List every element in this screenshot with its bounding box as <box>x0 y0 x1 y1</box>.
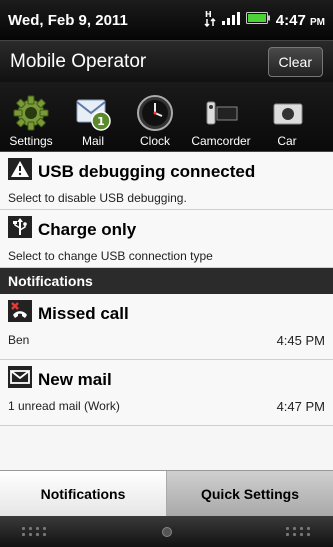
notification-subtitle: Select to change USB connection type <box>8 249 213 263</box>
status-date: Wed, Feb 9, 2011 <box>8 11 128 29</box>
ongoing-charge-only[interactable]: Charge only Select to change USB connect… <box>0 210 333 268</box>
notification-panel: USB debugging connected Select to disabl… <box>0 152 333 470</box>
camera-icon <box>268 94 306 132</box>
app-label: Clock <box>139 134 170 148</box>
notification-title: Missed call <box>38 303 129 323</box>
app-shortcut-mail[interactable]: 1 Mail <box>62 82 124 151</box>
notification-time: 4:45 PM <box>276 333 325 348</box>
clock-icon <box>136 94 174 132</box>
app-label: Car <box>277 134 297 148</box>
bottom-tabs: Notifications Quick Settings <box>0 470 333 516</box>
ongoing-usb-debugging[interactable]: USB debugging connected Select to disabl… <box>0 152 333 210</box>
notification-title: New mail <box>38 369 112 389</box>
data-arrows-icon: H <box>204 9 216 32</box>
mail-badge: 1 <box>97 115 105 128</box>
notification-title: USB debugging connected <box>38 161 256 181</box>
grip-left-icon <box>22 527 47 536</box>
status-icons: H 4:47 PM <box>204 9 325 32</box>
notification-missed-call[interactable]: Missed call Ben 4:45 PM <box>0 294 333 360</box>
status-time: 4:47 PM <box>275 11 325 29</box>
notification-new-mail[interactable]: New mail 1 unread mail (Work) 4:47 PM <box>0 360 333 426</box>
operator-header: Mobile Operator Clear <box>0 40 333 82</box>
grip-right-icon <box>286 527 311 536</box>
battery-icon <box>245 11 270 29</box>
usb-icon <box>8 216 32 243</box>
app-shortcut-clock[interactable]: Clock <box>124 82 186 151</box>
svg-text:H: H <box>205 10 212 19</box>
app-label: Mail <box>81 134 104 148</box>
envelope-icon <box>8 366 32 393</box>
drag-handle-bar[interactable] <box>0 516 333 547</box>
notification-subtitle: Ben <box>8 333 30 347</box>
signal-icon <box>221 11 240 30</box>
notification-title: Charge only <box>38 219 137 239</box>
handle-dot-icon <box>161 526 172 537</box>
operator-name: Mobile Operator <box>10 50 147 72</box>
app-label: Settings <box>9 134 53 148</box>
app-shortcut-camera[interactable]: Car <box>256 82 318 151</box>
notification-subtitle: Select to disable USB debugging. <box>8 191 187 205</box>
app-shortcut-strip[interactable]: Settings 1 Mail Clock Camcorder Car <box>0 82 333 152</box>
notification-time: 4:47 PM <box>276 399 325 414</box>
notification-subtitle: 1 unread mail (Work) <box>8 399 120 413</box>
app-shortcut-settings[interactable]: Settings <box>0 82 62 151</box>
tab-notifications[interactable]: Notifications <box>0 471 167 516</box>
app-label: Camcorder <box>191 134 251 148</box>
camcorder-icon <box>202 94 240 132</box>
warning-icon <box>8 158 32 185</box>
clear-button[interactable]: Clear <box>267 46 323 77</box>
gear-icon <box>12 94 50 132</box>
tab-quick-settings[interactable]: Quick Settings <box>167 471 333 516</box>
status-bar: Wed, Feb 9, 2011 H 4:47 PM <box>0 0 333 40</box>
mail-icon: 1 <box>74 94 112 132</box>
notifications-section-header: Notifications <box>0 268 333 294</box>
app-shortcut-camcorder[interactable]: Camcorder <box>186 82 256 151</box>
missed-call-icon <box>8 300 32 327</box>
